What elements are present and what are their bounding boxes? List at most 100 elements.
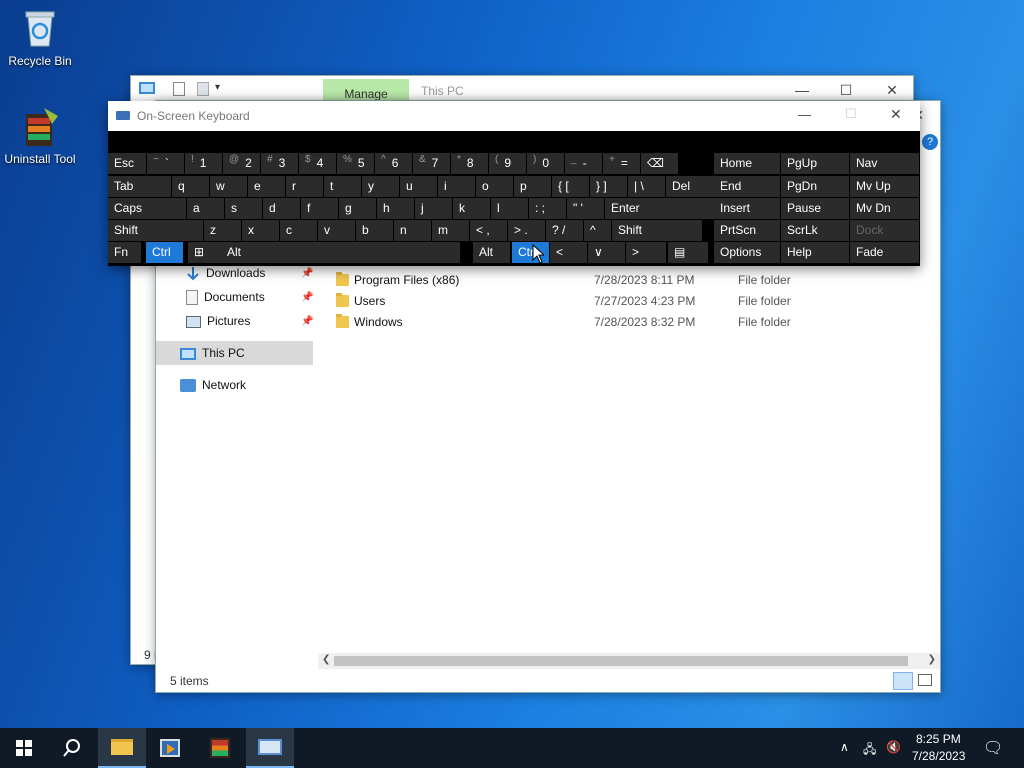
osk-key[interactable]: > [626, 242, 666, 263]
osk-key[interactable]: c [280, 220, 317, 241]
taskbar-file-explorer[interactable] [98, 728, 146, 768]
osk-key[interactable]: Insert [714, 198, 780, 219]
osk-key[interactable]: Options [714, 242, 780, 263]
chevron-down-icon[interactable]: ▾ [215, 82, 220, 93]
osk-key[interactable]: < , [470, 220, 507, 241]
osk-key[interactable]: * 8 [451, 153, 488, 174]
nav-item-this-pc[interactable]: This PC [180, 342, 245, 364]
osk-key[interactable]: ∨ [588, 242, 625, 263]
osk-key[interactable]: Alt [221, 242, 460, 263]
properties-icon[interactable] [173, 82, 185, 96]
osk-key[interactable]: k [453, 198, 490, 219]
osk-key[interactable]: % 5 [337, 153, 374, 174]
osk-key[interactable]: ! 1 [185, 153, 222, 174]
osk-key[interactable]: Pause [781, 198, 849, 219]
osk-key[interactable]: s [225, 198, 262, 219]
osk-key[interactable]: > . [508, 220, 545, 241]
osk-key[interactable]: Help [781, 242, 849, 263]
osk-key[interactable]: ^ 6 [375, 153, 412, 174]
chevron-up-icon[interactable]: ∧ [840, 740, 849, 754]
help-icon[interactable]: ? [922, 134, 938, 150]
osk-key[interactable]: Dock [850, 220, 919, 241]
osk-key[interactable]: Del [666, 176, 714, 197]
uninstall-tool-icon[interactable]: Uninstall Tool [0, 104, 80, 166]
maximize-icon[interactable]: ☐ [845, 106, 857, 122]
osk-key[interactable]: e [248, 176, 285, 197]
osk-key[interactable]: Shift [612, 220, 702, 241]
osk-key[interactable]: p [514, 176, 551, 197]
osk-key[interactable]: & 7 [413, 153, 450, 174]
file-row[interactable]: Windows 7/28/2023 8:32 PM File folder [336, 312, 896, 333]
pin-icon[interactable]: 📌 [301, 268, 313, 279]
osk-key[interactable]: PgDn [781, 176, 849, 197]
nav-item-documents[interactable]: Documents [186, 286, 265, 308]
osk-key[interactable]: Fade [850, 242, 919, 263]
osk-key[interactable]: ⌫ [641, 153, 678, 174]
taskbar-on-screen-keyboard[interactable] [246, 728, 294, 768]
search-button[interactable] [48, 728, 96, 768]
osk-key[interactable]: Ctrl [146, 242, 183, 263]
taskbar-media-player[interactable] [146, 728, 194, 768]
start-button[interactable] [0, 728, 48, 768]
osk-key[interactable]: @2 [223, 153, 260, 174]
osk-key[interactable]: PrtScn [714, 220, 780, 241]
osk-key[interactable]: b [356, 220, 393, 241]
scrollbar-thumb[interactable] [334, 656, 908, 666]
osk-key[interactable]: Mv Up [850, 176, 919, 197]
osk-key[interactable]: End [714, 176, 780, 197]
recycle-bin-icon[interactable]: Recycle Bin [0, 6, 80, 68]
osk-key[interactable]: ~ ` [147, 153, 184, 174]
osk-key[interactable]: y [362, 176, 399, 197]
osk-key[interactable]: Fn [108, 242, 141, 263]
osk-key[interactable]: ) 0 [527, 153, 564, 174]
osk-key[interactable]: Caps [108, 198, 186, 219]
osk-key[interactable]: $4 [299, 153, 336, 174]
notification-icon[interactable]: 🗨 [983, 738, 1003, 758]
osk-key[interactable]: w [210, 176, 247, 197]
osk-key[interactable]: } ] [590, 176, 627, 197]
osk-key[interactable]: " ' [567, 198, 604, 219]
osk-key[interactable]: Nav [850, 153, 919, 174]
pin-icon[interactable]: 📌 [301, 316, 313, 327]
osk-key[interactable]: h [377, 198, 414, 219]
file-row[interactable]: Users 7/27/2023 4:23 PM File folder [336, 291, 896, 312]
osk-key[interactable]: d [263, 198, 300, 219]
osk-key[interactable]: Esc [108, 153, 146, 174]
osk-key[interactable]: < [550, 242, 587, 263]
osk-key[interactable]: t [324, 176, 361, 197]
osk-key[interactable]: i [438, 176, 475, 197]
osk-key[interactable]: { [ [552, 176, 589, 197]
osk-key[interactable]: Enter [605, 198, 715, 219]
new-folder-icon[interactable] [197, 82, 209, 96]
large-icons-view-icon[interactable] [918, 674, 932, 686]
osk-key[interactable]: | \ [628, 176, 665, 197]
osk-key[interactable]: n [394, 220, 431, 241]
on-screen-keyboard[interactable]: On-Screen Keyboard — ☐ ✕ Esc ~ `! 1 @2 #3 $4% 5… [108, 101, 920, 266]
osk-key[interactable]: ^ [584, 220, 611, 241]
osk-key[interactable]: : ; [529, 198, 566, 219]
osk-key[interactable]: u [400, 176, 437, 197]
pin-icon[interactable]: 📌 [301, 292, 313, 303]
osk-key[interactable]: q [172, 176, 209, 197]
osk-key[interactable]: ⊞ [188, 242, 225, 263]
osk-key[interactable]: _ - [565, 153, 602, 174]
file-row[interactable]: Program Files (x86) 7/28/2023 8:11 PM Fi… [336, 270, 896, 291]
osk-key[interactable]: (9 [489, 153, 526, 174]
osk-key[interactable]: m [432, 220, 469, 241]
scroll-left-icon[interactable]: ❮ [322, 654, 330, 665]
osk-key[interactable]: z [204, 220, 241, 241]
nav-item-pictures[interactable]: Pictures [186, 310, 250, 332]
osk-key[interactable]: o [476, 176, 513, 197]
osk-key[interactable]: r [286, 176, 323, 197]
osk-key[interactable]: Mv Dn [850, 198, 919, 219]
taskbar-uninstall-tool[interactable] [196, 728, 244, 768]
osk-key[interactable]: l [491, 198, 528, 219]
osk-key[interactable]: ? / [546, 220, 583, 241]
osk-key[interactable]: x [242, 220, 279, 241]
minimize-icon[interactable]: — [798, 107, 811, 122]
osk-key[interactable]: ▤ [668, 242, 708, 263]
osk-key[interactable]: Tab [108, 176, 171, 197]
clock-date[interactable]: 7/28/2023 [912, 749, 965, 763]
details-view-icon[interactable] [893, 672, 913, 690]
osk-key[interactable]: Home [714, 153, 780, 174]
